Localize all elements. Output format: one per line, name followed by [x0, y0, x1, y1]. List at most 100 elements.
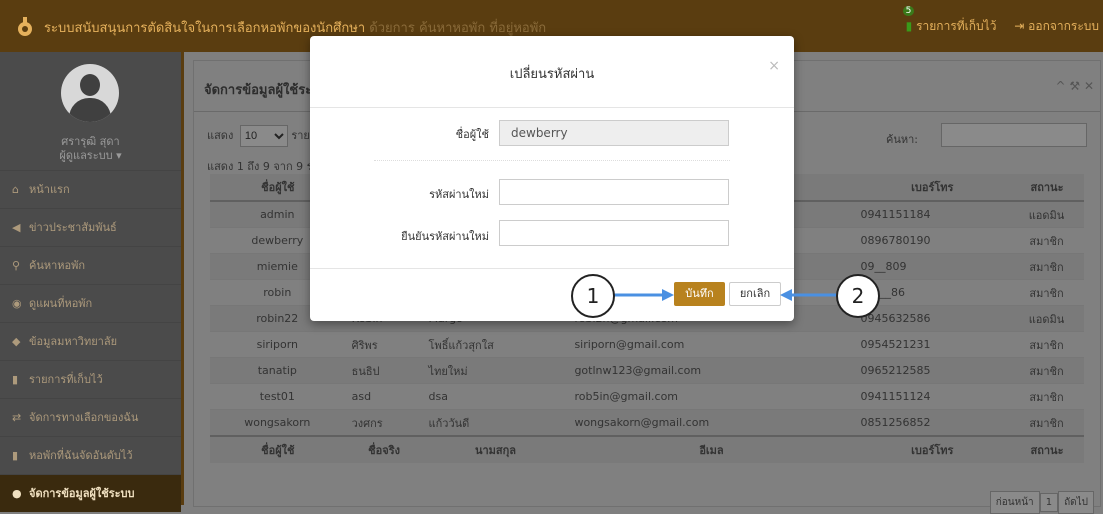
table-cell: สมาชิก	[1010, 331, 1084, 358]
callout-1: 1	[571, 274, 615, 318]
table-cell: asd	[345, 383, 423, 410]
top-right-links: 5 ▮ รายการที่เก็บไว้ ⇥ ออกจากระบบ	[902, 6, 1099, 36]
table-cell: 0945632586	[854, 305, 1010, 332]
exchange-icon: ⇄	[12, 411, 22, 424]
avatar-head-shape	[80, 74, 100, 96]
show-prefix: แสดง	[207, 129, 234, 142]
sidebar: ศรารุฒิ สุดา ผู้ดูแลระบบ ▾ ⌂ หน้าแรก ◀ ข่าว…	[0, 52, 184, 512]
table-cell: 0941151184	[854, 200, 1010, 228]
table-row[interactable]: wongsakorn วงศกร แก้ววันดี wongsakorn@gmail…	[210, 409, 1084, 436]
sidebar-item[interactable]: ▮ หอพักที่ฉันจัดอันดับไว้	[0, 436, 181, 474]
graduation-cap-icon: ◆	[12, 335, 21, 348]
table-cell: สมาชิก	[1010, 253, 1084, 280]
sidebar-item[interactable]: ▮ รายการที่เก็บไว้	[0, 360, 181, 398]
megaphone-icon: ◀	[12, 221, 21, 234]
sidebar-item-label: ดูแผนที่หอพัก	[29, 297, 93, 310]
panel-tools[interactable]: ^ ⚒ ✕	[1056, 79, 1095, 93]
table-footer-row: ชื่อผู้ใช้ ชื่อจริง นามสกุล อีเมล เบอร์โทร สถ…	[210, 435, 1084, 463]
sidebar-item-label: ค้นหาหอพัก	[29, 259, 86, 272]
column-header[interactable]: เบอร์โทร	[854, 174, 1010, 202]
modal-footer-divider	[310, 268, 794, 269]
sidebar-item[interactable]: ◆ ข้อมูลมหาวิทยาลัย	[0, 322, 181, 360]
sidebar-item-label: จัดการทางเลือกของฉัน	[29, 411, 139, 424]
table-cell: test01	[210, 383, 346, 410]
sidebar-item[interactable]: ● จัดการข้อมูลผู้ใช้ระบบ	[0, 474, 181, 512]
bookmark-icon: ▮	[905, 19, 913, 33]
logo-icon	[18, 17, 32, 36]
confirm-password-field[interactable]	[499, 220, 729, 246]
confirm-password-label: ยืนยันรหัสผ่านใหม่	[401, 230, 489, 243]
table-cell: สมาชิก	[1010, 409, 1084, 436]
logout-label: ออกจากระบบ	[1028, 19, 1099, 33]
bar-chart-icon: ▮	[12, 449, 19, 462]
table-cell: สมาชิก	[1010, 357, 1084, 384]
save-button[interactable]: บันทึก	[674, 282, 725, 306]
user-role-dropdown[interactable]: ผู้ดูแลระบบ ▾	[0, 146, 181, 164]
sidebar-item-label: หน้าแรก	[29, 183, 70, 196]
username-label: ชื่อผู้ใช้	[455, 128, 489, 141]
table-row[interactable]: test01 asd dsa rob5in@gmail.com 0941151124 สม…	[210, 383, 1084, 410]
table-cell: rob5in@gmail.com	[568, 383, 855, 410]
sidebar-item[interactable]: ⇄ จัดการทางเลือกของฉัน	[0, 398, 181, 436]
username-field: dewberry	[499, 120, 729, 146]
table-cell: แอดมิน	[1010, 200, 1084, 228]
table-row[interactable]: tanatip ธนธิป ไทยใหม่ gotlnw123@gmail.com 09…	[210, 357, 1084, 384]
table-cell: siriporn@gmail.com	[568, 331, 855, 358]
table-row[interactable]: siriporn ศิริพร โพธิ์แก้วสุกใส siriporn@gma…	[210, 331, 1084, 358]
sidebar-item[interactable]: ◉ ดูแผนที่หอพัก	[0, 284, 181, 322]
pager-page-button[interactable]: 1	[1039, 493, 1059, 512]
table-cell: 0941151124	[854, 383, 1010, 410]
sidebar-item[interactable]: ⚲ ค้นหาหอพัก	[0, 246, 181, 284]
logout-icon: ⇥	[1014, 19, 1025, 33]
column-header: สถานะ	[1010, 435, 1084, 463]
modal-header-divider	[310, 107, 794, 108]
search-input[interactable]	[941, 123, 1087, 147]
pagination: ก่อนหน้า 1 ถัดไป	[989, 491, 1094, 514]
table-cell: 0851256852	[854, 409, 1010, 436]
table-cell: gotlnw123@gmail.com	[568, 357, 855, 384]
new-password-label: รหัสผ่านใหม่	[429, 188, 489, 201]
bookmark-icon: ▮	[12, 373, 19, 386]
sidebar-item-label: หอพักที่ฉันจัดอันดับไว้	[29, 449, 133, 462]
column-header: ชื่อจริง	[345, 435, 423, 463]
change-password-modal: เปลี่ยนรหัสผ่าน × ชื่อผู้ใช้ dewberry รห…	[310, 36, 794, 321]
sidebar-item[interactable]: ⌂ หน้าแรก	[0, 170, 181, 208]
map-marker-icon: ◉	[12, 297, 22, 310]
table-cell: tanatip	[210, 357, 346, 384]
table-cell: สมาชิก	[1010, 227, 1084, 254]
app-title-text: ระบบสนับสนุนการตัดสินใจในการเลือกหอพักขอ…	[44, 21, 366, 36]
callout-2: 2	[836, 274, 880, 318]
table-cell: แก้ววันดี	[422, 409, 569, 436]
avatar-body-shape	[69, 98, 111, 122]
search-icon: ⚲	[12, 259, 21, 272]
form-divider	[374, 160, 730, 161]
table-cell: แอดมิน	[1010, 305, 1084, 332]
favorites-label: รายการที่เก็บไว้	[916, 19, 997, 33]
new-password-field[interactable]	[499, 179, 729, 205]
column-header: นามสกุล	[422, 435, 569, 463]
column-header: อีเมล	[568, 435, 855, 463]
sidebar-item-label: จัดการข้อมูลผู้ใช้ระบบ	[29, 487, 135, 500]
pager-next-button[interactable]: ถัดไป	[1058, 491, 1094, 514]
cancel-button[interactable]: ยกเลิก	[729, 282, 781, 306]
logout-link[interactable]: ⇥ ออกจากระบบ	[1014, 17, 1099, 36]
sidebar-item-label: ข้อมูลมหาวิทยาลัย	[29, 335, 118, 348]
column-header[interactable]: สถานะ	[1010, 174, 1084, 202]
close-icon[interactable]: ×	[768, 58, 780, 74]
table-cell: สมาชิก	[1010, 383, 1084, 410]
app-title[interactable]: ระบบสนับสนุนการตัดสินใจในการเลือกหอพักขอ…	[44, 17, 546, 38]
table-cell: 09__809	[854, 253, 1010, 280]
sidebar-item[interactable]: ◀ ข่าวประชาสัมพันธ์	[0, 208, 181, 246]
table-cell: dsa	[422, 383, 569, 410]
column-header: ชื่อผู้ใช้	[210, 435, 346, 463]
favorites-count-badge: 5	[902, 6, 915, 16]
table-cell: โพธิ์แก้วสุกใส	[422, 331, 569, 358]
table-cell: ไทยใหม่	[422, 357, 569, 384]
pager-prev-button[interactable]: ก่อนหน้า	[989, 491, 1040, 514]
app-title-subtext: ด้วยการ ค้นหาหอพัก ที่อยู่หอพัก	[365, 21, 547, 36]
page-length-select[interactable]: 10	[239, 125, 288, 147]
favorites-link[interactable]: 5 ▮ รายการที่เก็บไว้	[902, 6, 997, 36]
table-cell: สมาชิก	[1010, 279, 1084, 306]
table-cell: ศิริพร	[345, 331, 423, 358]
avatar	[61, 64, 119, 122]
